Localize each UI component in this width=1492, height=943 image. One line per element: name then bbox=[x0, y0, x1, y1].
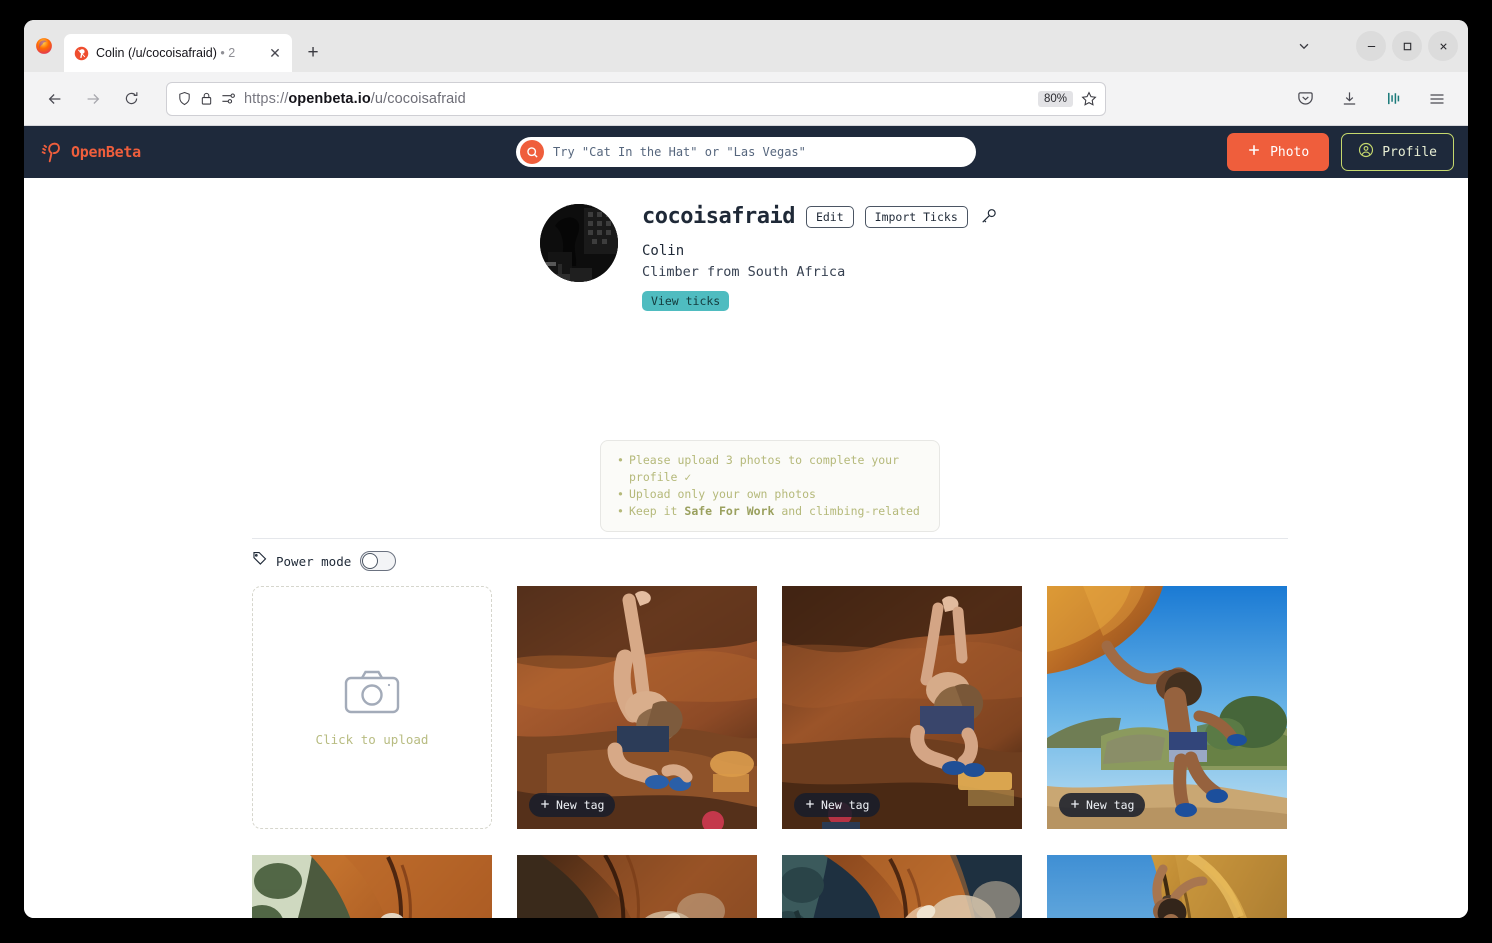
plus-icon bbox=[805, 798, 815, 812]
new-tag-label: New tag bbox=[821, 798, 870, 812]
close-window-button[interactable] bbox=[1428, 31, 1458, 61]
photo-crack-climb-red-beanie[interactable] bbox=[252, 855, 492, 918]
header-actions: Photo Profile bbox=[1227, 133, 1454, 171]
view-ticks-badge[interactable]: View ticks bbox=[642, 291, 730, 311]
openbeta-mark-icon bbox=[41, 142, 60, 163]
add-photo-button[interactable]: Photo bbox=[1227, 133, 1330, 171]
upload-caption: Click to upload bbox=[315, 731, 429, 747]
zoom-level-badge[interactable]: 80% bbox=[1037, 90, 1073, 107]
guideline-item: Upload only your own photos bbox=[617, 486, 923, 503]
lock-icon bbox=[201, 92, 212, 105]
camera-icon bbox=[344, 669, 400, 720]
photo-slab-climber-cap[interactable] bbox=[517, 855, 757, 918]
plus-icon bbox=[1070, 798, 1080, 812]
bookmark-star-icon[interactable] bbox=[1081, 90, 1097, 107]
key-icon[interactable] bbox=[979, 207, 998, 226]
guideline-item: Please upload 3 photos to complete your … bbox=[617, 452, 923, 486]
new-tag-button[interactable]: New tag bbox=[529, 793, 616, 817]
photo-card[interactable] bbox=[1047, 855, 1287, 918]
profile-details: cocoisafraid Edit Import Ticks Colin Cli… bbox=[642, 204, 998, 311]
back-button-arrow-left-icon[interactable] bbox=[38, 82, 72, 116]
user-circle-icon bbox=[1358, 142, 1374, 162]
tab-strip: Colin (/u/cocoisafraid) • 2 ✕ + bbox=[24, 20, 1468, 72]
photo-card[interactable] bbox=[252, 855, 492, 918]
profile-name-row: cocoisafraid Edit Import Ticks bbox=[642, 204, 998, 229]
tab-close-icon[interactable]: ✕ bbox=[266, 44, 284, 62]
upload-placeholder[interactable]: Click to upload bbox=[252, 586, 492, 829]
address-bar[interactable]: https://openbeta.io/u/cocoisafraid 80% bbox=[166, 81, 1106, 116]
import-ticks-button[interactable]: Import Ticks bbox=[864, 205, 968, 228]
photo-overhang-climber-glasses[interactable] bbox=[782, 855, 1022, 918]
tracking-protection-icon bbox=[222, 93, 235, 104]
power-mode-row: Power mode bbox=[252, 551, 397, 571]
guideline-item: Keep it Safe For Work and climbing-relat… bbox=[617, 503, 923, 520]
browser-window: Colin (/u/cocoisafraid) • 2 ✕ + https://… bbox=[24, 20, 1468, 918]
browser-tab[interactable]: Colin (/u/cocoisafraid) • 2 ✕ bbox=[64, 34, 292, 72]
site-header: OpenBeta Try "Cat In the Hat" or "Las Ve… bbox=[24, 126, 1468, 178]
minimize-button[interactable] bbox=[1356, 31, 1386, 61]
power-mode-toggle[interactable] bbox=[360, 551, 397, 571]
toolbar-right-icons bbox=[1288, 82, 1454, 116]
search-input[interactable]: Try "Cat In the Hat" or "Las Vegas" bbox=[516, 137, 976, 167]
new-tag-label: New tag bbox=[556, 798, 605, 812]
photo-card[interactable]: New tag bbox=[517, 586, 757, 829]
navigation-toolbar: https://openbeta.io/u/cocoisafraid 80% bbox=[24, 72, 1468, 126]
profile-full-name: Colin bbox=[642, 243, 685, 259]
openbeta-favicon-icon bbox=[74, 46, 89, 61]
shield-icon bbox=[179, 91, 190, 106]
upload-guidelines: Please upload 3 photos to complete your … bbox=[600, 440, 940, 532]
section-divider bbox=[252, 538, 1288, 539]
address-bar-icons bbox=[177, 91, 236, 106]
brand-name: OpenBeta bbox=[71, 143, 141, 161]
plus-icon bbox=[540, 798, 550, 812]
pocket-icon[interactable] bbox=[1288, 82, 1322, 116]
plus-icon bbox=[1247, 143, 1261, 161]
window-controls bbox=[1356, 31, 1458, 61]
tag-icon bbox=[252, 551, 267, 571]
tab-title: Colin (/u/cocoisafraid) • 2 bbox=[96, 46, 236, 60]
power-mode-label: Power mode bbox=[276, 553, 352, 569]
reload-button-icon[interactable] bbox=[114, 82, 148, 116]
downloads-icon[interactable] bbox=[1332, 82, 1366, 116]
extension-icon[interactable] bbox=[1376, 82, 1410, 116]
maximize-button[interactable] bbox=[1392, 31, 1422, 61]
photo-card[interactable]: New tag bbox=[782, 586, 1022, 829]
edit-profile-button[interactable]: Edit bbox=[805, 205, 854, 228]
new-tag-label: New tag bbox=[1086, 798, 1135, 812]
search-icon bbox=[520, 140, 544, 164]
profile-section: cocoisafraid Edit Import Ticks Colin Cli… bbox=[24, 178, 1468, 311]
photo-card[interactable]: New tag bbox=[1047, 586, 1287, 829]
menu-icon[interactable] bbox=[1420, 82, 1454, 116]
search-placeholder: Try "Cat In the Hat" or "Las Vegas" bbox=[553, 145, 806, 159]
profile-bio: Climber from South Africa bbox=[642, 264, 846, 280]
photo-card[interactable] bbox=[782, 855, 1022, 918]
toggle-knob bbox=[362, 553, 379, 569]
profile-button-label: Profile bbox=[1382, 144, 1437, 160]
photo-card[interactable] bbox=[517, 855, 757, 918]
tabstrip-right-controls bbox=[1284, 20, 1460, 72]
photo-sport-route-sky[interactable] bbox=[1047, 855, 1287, 918]
forward-button-arrow-right-icon[interactable] bbox=[76, 82, 110, 116]
page-title: cocoisafraid bbox=[642, 204, 795, 229]
openbeta-logo[interactable]: OpenBeta bbox=[38, 139, 141, 165]
url-text: https://openbeta.io/u/cocoisafraid bbox=[244, 90, 466, 107]
new-tag-button[interactable]: New tag bbox=[1059, 793, 1146, 817]
add-photo-label: Photo bbox=[1270, 144, 1310, 160]
list-all-tabs-chevron-down-icon[interactable] bbox=[1284, 27, 1324, 65]
photo-grid: Click to upload New tag New tag New tag bbox=[252, 586, 1288, 918]
firefox-logo-icon bbox=[24, 20, 64, 72]
page-content: OpenBeta Try "Cat In the Hat" or "Las Ve… bbox=[24, 126, 1468, 918]
avatar[interactable] bbox=[540, 204, 618, 282]
new-tab-button[interactable]: + bbox=[296, 36, 330, 70]
new-tag-button[interactable]: New tag bbox=[794, 793, 881, 817]
profile-button[interactable]: Profile bbox=[1341, 133, 1454, 171]
